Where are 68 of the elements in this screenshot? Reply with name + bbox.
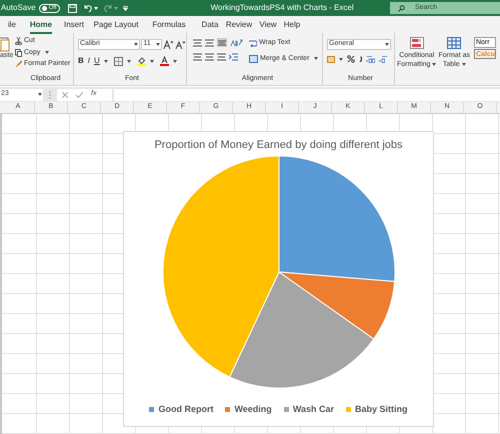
caret-icon[interactable] bbox=[45, 51, 50, 54]
save-icon[interactable] bbox=[68, 4, 77, 12]
wrap-text-icon[interactable] bbox=[249, 39, 257, 48]
caret-icon[interactable] bbox=[126, 60, 131, 62]
undo-icon[interactable] bbox=[82, 4, 93, 12]
ribbon-tab[interactable]: Formulas bbox=[142, 18, 196, 33]
bold-button[interactable]: B bbox=[78, 55, 84, 67]
increase-decimal-icon[interactable] bbox=[366, 55, 375, 63]
ribbon-tab[interactable]: Review bbox=[224, 18, 254, 33]
caret-icon[interactable] bbox=[432, 63, 436, 66]
scissors-icon[interactable] bbox=[15, 37, 22, 46]
align-center-icon[interactable] bbox=[205, 53, 214, 61]
ribbon-tab[interactable]: Help bbox=[282, 18, 302, 33]
indent-icon[interactable] bbox=[229, 53, 238, 61]
legend-label: Weeding bbox=[234, 402, 272, 416]
cancel-icon bbox=[62, 92, 68, 98]
legend-label: Baby Sitting bbox=[355, 402, 408, 416]
chart-title: Proportion of Money Earned by doing different jobs bbox=[154, 138, 403, 153]
formula-input[interactable] bbox=[114, 88, 500, 100]
search-icon bbox=[398, 4, 405, 12]
underline-button[interactable]: U bbox=[94, 55, 100, 67]
align-right-icon[interactable] bbox=[217, 53, 226, 61]
caret-icon[interactable] bbox=[104, 60, 108, 62]
ribbon-tab[interactable]: Insert bbox=[58, 18, 90, 33]
borders-icon[interactable] bbox=[114, 56, 123, 66]
caret-icon[interactable] bbox=[94, 6, 98, 10]
ribbon-tab[interactable]: Page Layout bbox=[90, 18, 142, 33]
caret-icon[interactable] bbox=[38, 93, 42, 96]
table-highlight-icon bbox=[410, 37, 424, 49]
caret-icon bbox=[114, 6, 118, 10]
caret-icon[interactable] bbox=[462, 63, 466, 66]
bottom-align-icon[interactable] bbox=[217, 38, 227, 47]
middle-align-icon[interactable] bbox=[205, 38, 214, 46]
ribbon-tab[interactable]: View bbox=[254, 18, 282, 33]
comma-icon[interactable] bbox=[359, 56, 362, 62]
percent-icon[interactable] bbox=[347, 55, 355, 63]
autosave-label: AutoSave bbox=[1, 2, 36, 14]
caret-icon[interactable] bbox=[172, 60, 177, 62]
customize-icon[interactable] bbox=[122, 6, 128, 10]
caret-icon[interactable] bbox=[134, 43, 138, 46]
copy-icon[interactable] bbox=[15, 48, 22, 57]
enter-icon bbox=[76, 92, 83, 98]
align-left-icon[interactable] bbox=[193, 53, 202, 61]
window-title: WorkingTowardsPS4 with Charts - Excel bbox=[210, 2, 354, 14]
brush-icon[interactable] bbox=[15, 60, 22, 68]
drag-handle-icon[interactable] bbox=[49, 90, 51, 98]
top-align-icon[interactable] bbox=[193, 38, 202, 46]
caret-icon[interactable] bbox=[385, 43, 389, 46]
caret-icon[interactable] bbox=[156, 43, 160, 46]
merge-cells-icon[interactable] bbox=[249, 54, 258, 63]
italic-button[interactable]: I bbox=[88, 55, 90, 67]
font-color-icon[interactable] bbox=[160, 56, 169, 66]
decrease-font-icon[interactable] bbox=[175, 40, 186, 49]
caret-icon[interactable] bbox=[314, 57, 318, 60]
chart-area[interactable]: Proportion of Money Earned by doing different jobs Good Report Weeding Wash Car Baby Sitting bbox=[123, 131, 434, 427]
legend-label: Good Report bbox=[158, 402, 214, 416]
fill-color-icon[interactable] bbox=[136, 56, 146, 66]
orientation-icon[interactable] bbox=[230, 38, 243, 46]
legend-label: Wash Car bbox=[292, 402, 334, 416]
currency-icon[interactable] bbox=[327, 56, 335, 62]
table-icon bbox=[447, 37, 462, 49]
ribbon-tab[interactable]: ile bbox=[0, 18, 24, 33]
caret-icon[interactable] bbox=[150, 60, 154, 62]
increase-font-icon[interactable] bbox=[163, 40, 174, 49]
clipboard-icon[interactable] bbox=[0, 36, 10, 52]
caret-icon[interactable] bbox=[339, 58, 343, 60]
decrease-decimal-icon[interactable] bbox=[379, 55, 388, 63]
ribbon-tab[interactable]: Data bbox=[196, 18, 224, 33]
